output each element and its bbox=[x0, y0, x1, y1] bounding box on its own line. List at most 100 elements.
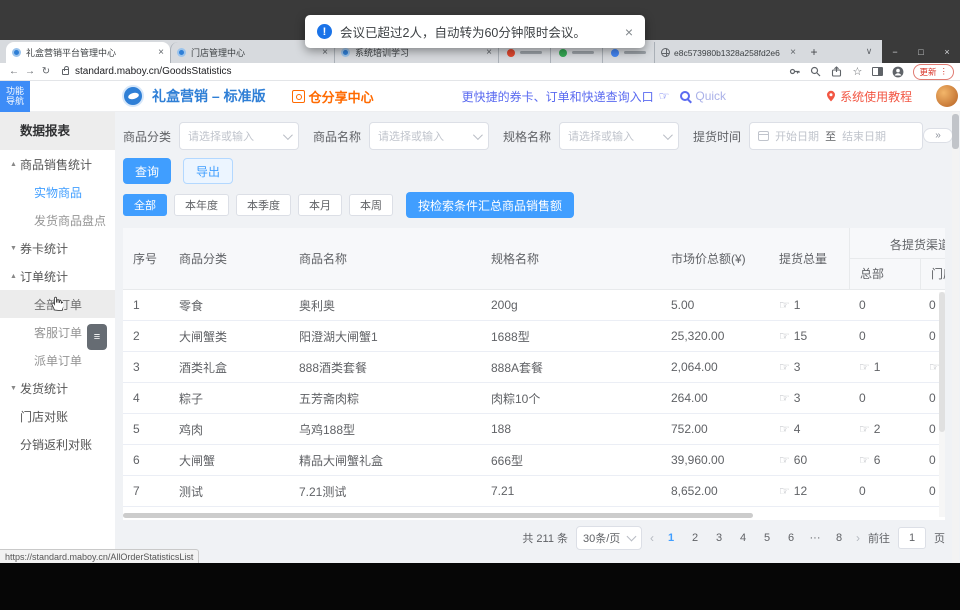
date-range-picker[interactable]: 开始日期至结束日期 bbox=[749, 122, 923, 150]
back-icon[interactable]: ← bbox=[6, 66, 22, 77]
filter-label: 提货时间 bbox=[693, 128, 741, 145]
notification-close-icon[interactable]: × bbox=[625, 24, 633, 40]
browser-tab[interactable]: e8c573980b1328a258fd2e6× bbox=[654, 42, 802, 63]
page-number-8[interactable]: 8 bbox=[830, 532, 848, 544]
sidebar-item-商品销售统计[interactable]: ▲商品销售统计 bbox=[0, 150, 115, 178]
cell-amount: 39,960.00 bbox=[661, 445, 769, 475]
bookmark-star-icon[interactable]: ☆ bbox=[851, 66, 863, 78]
tab-title bbox=[520, 51, 542, 54]
value-cell: 0 bbox=[849, 290, 919, 320]
cell-no: 3 bbox=[123, 352, 169, 382]
new-tab-button[interactable]: + bbox=[806, 45, 822, 61]
table-row: 5鸡肉乌鸡188型188752.00☞4☞20 bbox=[123, 414, 945, 445]
key-icon[interactable] bbox=[788, 66, 800, 78]
period-tab-本季度[interactable]: 本季度 bbox=[236, 194, 291, 216]
goto-page-input[interactable] bbox=[898, 527, 926, 549]
zoom-icon[interactable] bbox=[809, 66, 821, 78]
share-center-link[interactable]: 仓分享中心 bbox=[292, 87, 374, 106]
page-number-5[interactable]: 5 bbox=[758, 532, 776, 544]
filter-select-规格名称[interactable]: 请选择或输入 bbox=[559, 122, 679, 150]
tab-close-icon[interactable]: × bbox=[158, 47, 164, 58]
profile-icon[interactable] bbox=[892, 66, 904, 78]
sidebar-item-label: 客服订单 bbox=[34, 324, 82, 341]
tab-title: 礼盒营销平台管理中心 bbox=[26, 46, 154, 59]
side-panel-icon[interactable] bbox=[872, 67, 883, 76]
column-group-children: 总部门店 bbox=[850, 259, 945, 289]
sidebar-collapse-handle[interactable]: ≡ bbox=[87, 324, 107, 350]
browser-update-button[interactable]: 更新 ⋮ bbox=[913, 64, 954, 80]
tutorial-link[interactable]: 系统使用教程 bbox=[826, 88, 912, 105]
table-row: 7测试7.21测试7.218,652.00☞1200 bbox=[123, 476, 945, 507]
sidebar-item-订单统计[interactable]: ▲订单统计 bbox=[0, 262, 115, 290]
page-number-1[interactable]: 1 bbox=[662, 532, 680, 544]
pickup-link-cell[interactable]: ☞3 bbox=[769, 507, 849, 515]
expand-filters-button[interactable]: » bbox=[923, 128, 953, 143]
sidebar-item-门店对账[interactable]: 门店对账 bbox=[0, 402, 115, 430]
tab-close-icon[interactable]: × bbox=[486, 47, 492, 58]
date-separator: 至 bbox=[825, 128, 836, 144]
page-number-4[interactable]: 4 bbox=[734, 532, 752, 544]
export-button[interactable]: 导出 bbox=[183, 158, 233, 184]
page-number-2[interactable]: 2 bbox=[686, 532, 704, 544]
quick-search-icon bbox=[680, 91, 690, 101]
pickup-link-cell[interactable]: ☞15 bbox=[769, 321, 849, 351]
pickup-link-cell[interactable]: ☞2 bbox=[849, 414, 919, 444]
sidebar-item-实物商品[interactable]: 实物商品 bbox=[0, 178, 115, 206]
tab-search-icon[interactable]: ∨ bbox=[856, 40, 882, 63]
address-bar[interactable]: standard.maboy.cn/GoodsStatistics bbox=[62, 65, 788, 79]
sidebar-item-分销返利对账[interactable]: 分销返利对账 bbox=[0, 430, 115, 458]
close-icon[interactable]: × bbox=[934, 40, 960, 63]
sidebar-item-发货统计[interactable]: ▼发货统计 bbox=[0, 374, 115, 402]
cell-value: 0 bbox=[929, 298, 936, 312]
share-icon[interactable] bbox=[830, 66, 842, 78]
sidebar-item-派单订单[interactable]: 派单订单 bbox=[0, 346, 115, 374]
cell-value: 0 bbox=[929, 329, 936, 343]
tab-close-icon[interactable]: × bbox=[322, 47, 328, 58]
page-size-select[interactable]: 30条/页 bbox=[576, 526, 642, 550]
filter-select-商品分类[interactable]: 请选择或输入 bbox=[179, 122, 299, 150]
pickup-link-cell[interactable]: ☞60 bbox=[769, 445, 849, 475]
pickup-link-cell[interactable]: ☞4 bbox=[769, 414, 849, 444]
tab-title bbox=[624, 51, 646, 54]
pickup-link-cell[interactable]: ☞6 bbox=[849, 445, 919, 475]
period-tab-本年度[interactable]: 本年度 bbox=[174, 194, 229, 216]
site-favicon-icon bbox=[12, 48, 21, 57]
maximize-icon[interactable]: □ bbox=[908, 40, 934, 63]
cell-no: 4 bbox=[123, 383, 169, 413]
period-tab-本月[interactable]: 本月 bbox=[298, 194, 342, 216]
table-vertical-scrollbar[interactable] bbox=[939, 292, 945, 517]
cell-spec: 200g bbox=[481, 290, 661, 320]
period-tab-本周[interactable]: 本周 bbox=[349, 194, 393, 216]
pickup-link-cell[interactable]: ☞3 bbox=[769, 383, 849, 413]
sidebar-item-券卡统计[interactable]: ▼券卡统计 bbox=[0, 234, 115, 262]
page-number-3[interactable]: 3 bbox=[710, 532, 728, 544]
more-icon: ⋮ bbox=[940, 66, 949, 77]
function-nav-toggle[interactable]: 功能 导航 bbox=[0, 81, 30, 112]
pickup-link-cell[interactable]: ☞3 bbox=[769, 352, 849, 382]
minimize-icon[interactable]: − bbox=[882, 40, 908, 63]
pickup-link-cell[interactable]: ☞1 bbox=[769, 290, 849, 320]
cell-value: 0 bbox=[929, 422, 936, 436]
quick-entry-link[interactable]: 更快捷的券卡、订单和快递查询入口 ☞ Quick bbox=[462, 88, 726, 105]
tab-close-icon[interactable]: × bbox=[790, 47, 796, 58]
query-button[interactable]: 查询 bbox=[123, 158, 171, 184]
screen: 礼盒营销平台管理中心×门店管理中心×系统培训学习×e8c573980b1328a… bbox=[0, 0, 960, 610]
filter-select-商品名称[interactable]: 请选择或输入 bbox=[369, 122, 489, 150]
forward-icon[interactable]: → bbox=[22, 66, 38, 77]
user-avatar[interactable] bbox=[936, 85, 958, 107]
period-tab-全部[interactable]: 全部 bbox=[123, 194, 167, 216]
reload-icon[interactable]: ↻ bbox=[38, 66, 54, 77]
column-header: 规格名称 bbox=[481, 228, 661, 289]
sidebar-item-发货商品盘点[interactable]: 发货商品盘点 bbox=[0, 206, 115, 234]
table-horizontal-scrollbar[interactable] bbox=[123, 513, 753, 518]
page-number-6[interactable]: 6 bbox=[782, 532, 800, 544]
cell-name: 精品大闸蟹礼盒 bbox=[289, 445, 481, 475]
pickup-link-cell[interactable]: ☞2 bbox=[849, 507, 919, 515]
browser-tab[interactable]: 礼盒营销平台管理中心 × bbox=[6, 42, 170, 63]
page-scrollbar[interactable] bbox=[952, 112, 959, 563]
pickup-link-cell[interactable]: ☞12 bbox=[769, 476, 849, 506]
next-page-icon[interactable]: › bbox=[856, 531, 860, 545]
pickup-link-cell[interactable]: ☞1 bbox=[849, 352, 919, 382]
prev-page-icon[interactable]: ‹ bbox=[650, 531, 654, 545]
summary-button[interactable]: 按检索条件汇总商品销售额 bbox=[406, 192, 574, 218]
